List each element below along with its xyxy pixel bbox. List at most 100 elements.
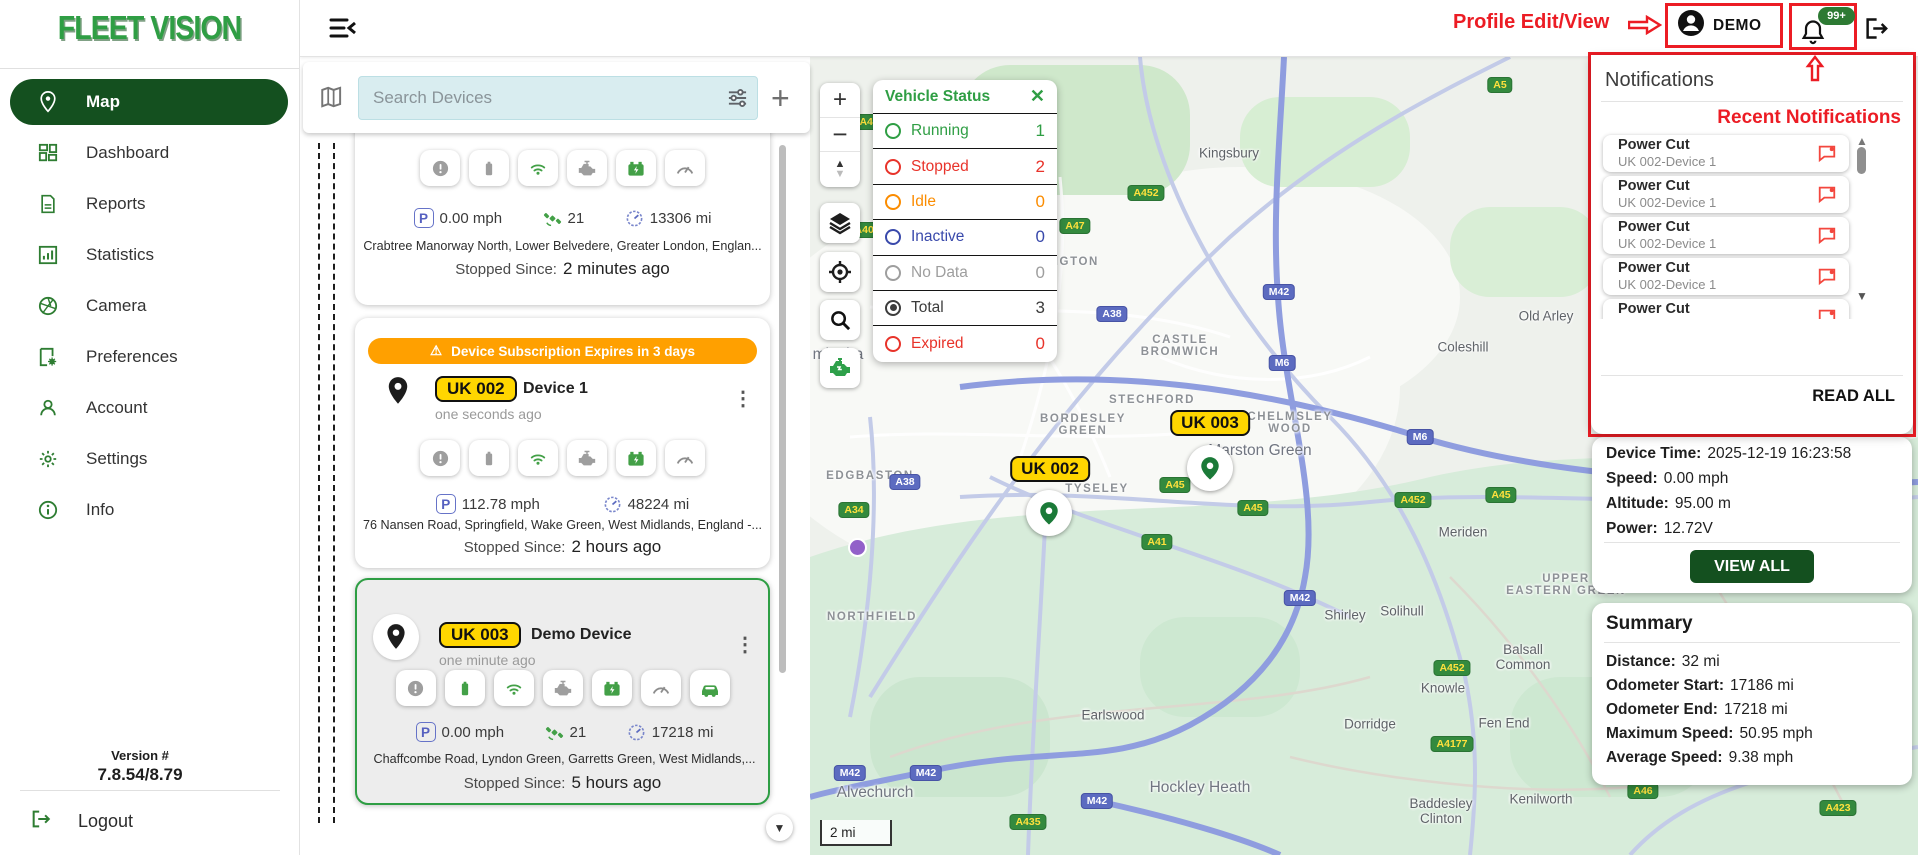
sidebar-item-settings[interactable]: Settings xyxy=(10,436,288,482)
status-row-stopped[interactable]: Stopped 2 xyxy=(873,148,1057,183)
notification-item[interactable]: Power Cut UK 002-Device 1 xyxy=(1603,299,1849,319)
pin-icon xyxy=(387,624,405,649)
map-marker-uk002[interactable] xyxy=(1026,490,1072,536)
tilt-down-icon[interactable]: ▼ xyxy=(835,168,846,179)
version-value: 7.8.54/8.79 xyxy=(97,765,183,784)
road-shield: A45 xyxy=(1485,487,1517,503)
sidebar-item-label: Map xyxy=(86,92,120,111)
info-icon xyxy=(36,498,60,522)
device-list-scrollbar[interactable] xyxy=(779,145,786,673)
expired-status-icon xyxy=(885,335,901,352)
sidebar-item-dashboard[interactable]: Dashboard xyxy=(10,130,288,176)
status-row-idle[interactable]: Idle 0 xyxy=(873,183,1057,219)
divider xyxy=(0,68,299,69)
last-update: one seconds ago xyxy=(435,406,542,422)
engine-icon xyxy=(542,670,583,706)
notification-item[interactable]: Power Cut UK 002-Device 1 xyxy=(1603,217,1849,254)
device-card-uk002[interactable]: ⚠ Device Subscription Expires in 3 days … xyxy=(355,318,770,568)
odometer-stat: 17218 mi xyxy=(627,723,713,742)
logout-icon[interactable] xyxy=(1862,15,1889,47)
document-icon xyxy=(36,192,60,216)
notifications-button[interactable]: 99+ xyxy=(1789,3,1857,50)
filter-tune-icon[interactable] xyxy=(727,88,748,113)
status-label: Inactive xyxy=(911,228,965,246)
stopped-since: Stopped Since: 2 minutes ago xyxy=(455,259,670,278)
map-place-label: Dorridge xyxy=(1344,716,1396,732)
notification-item[interactable]: Power Cut UK 002-Device 1 xyxy=(1603,135,1849,172)
layers-button[interactable] xyxy=(820,203,860,243)
sidebar-item-label: Settings xyxy=(86,449,148,468)
notification-count-badge: 99+ xyxy=(1818,7,1855,25)
zoom-out-button[interactable]: − xyxy=(820,117,860,151)
engine-filter-button[interactable] xyxy=(820,348,860,388)
card-menu-icon[interactable]: ⋮ xyxy=(733,386,753,411)
notification-item[interactable]: Power Cut UK 002-Device 1 xyxy=(1603,176,1849,213)
engine-icon xyxy=(567,150,607,186)
plate-badge: UK 002 xyxy=(435,376,517,402)
device-card-partial[interactable]: P 0.00 mph 21 13306 mi Crabtree Manorway … xyxy=(355,108,770,305)
map-marker-plate-uk003[interactable]: UK 003 xyxy=(1170,410,1250,436)
map-place-label: Alvechurch xyxy=(836,784,914,801)
status-row-total[interactable]: Total 3 xyxy=(873,289,1057,325)
speed-stat: P 0.00 mph xyxy=(415,722,504,742)
notification-device: UK 002-Device 1 xyxy=(1618,277,1717,292)
notifications-panel: Notifications Recent Notifications Power… xyxy=(1591,55,1913,434)
message-alert-icon xyxy=(1817,184,1837,209)
battery-icon xyxy=(469,150,509,186)
status-count: 3 xyxy=(1035,298,1045,318)
status-count: 1 xyxy=(1035,121,1045,141)
sidebar-item-reports[interactable]: Reports xyxy=(10,181,288,227)
sidebar-item-camera[interactable]: Camera xyxy=(10,283,288,329)
notification-item[interactable]: Power Cut UK 002-Device 1 xyxy=(1603,258,1849,295)
notification-title: Power Cut xyxy=(1618,178,1690,194)
device-info-popup: Device Time: 2025-12-19 16:23:58 Speed: 0.… xyxy=(1592,437,1912,593)
preferences-icon xyxy=(36,345,60,369)
map-place-label: NORTHFIELD xyxy=(826,611,918,623)
notifications-title: Notifications xyxy=(1605,69,1714,91)
satellite-icon xyxy=(543,212,561,226)
sidebar-item-account[interactable]: Account xyxy=(10,385,288,431)
alert-icon xyxy=(395,670,436,706)
profile-button[interactable]: DEMO xyxy=(1665,3,1783,48)
vehicle-status-panel: Vehicle Status ✕ Running 1 Stopped 2 Idl… xyxy=(873,80,1057,362)
bar-chart-icon xyxy=(36,243,60,267)
tilt-control[interactable]: ▲ ▼ xyxy=(820,151,860,185)
sidebar-item-statistics[interactable]: Statistics xyxy=(10,232,288,278)
close-icon[interactable]: ✕ xyxy=(1030,86,1045,107)
map-marker-uk003[interactable] xyxy=(1187,445,1233,491)
search-input[interactable] xyxy=(358,76,758,120)
zoom-in-button[interactable]: + xyxy=(820,83,860,117)
locate-button[interactable] xyxy=(820,252,860,292)
status-row-expired[interactable]: Expired 0 xyxy=(873,325,1057,360)
device-search-bar: + xyxy=(303,62,810,133)
status-row-running[interactable]: Running 1 xyxy=(873,113,1057,148)
engine-icon xyxy=(567,440,607,476)
wifi-icon xyxy=(518,150,558,186)
summary-title: Summary xyxy=(1606,613,1693,634)
summary-row: Distance: 32 mi xyxy=(1606,653,1720,670)
sidebar-item-map[interactable]: Map xyxy=(10,79,288,125)
scroll-up-icon[interactable]: ▲ xyxy=(1856,134,1868,148)
map-marker-plate-uk002[interactable]: UK 002 xyxy=(1010,456,1090,482)
scroll-down-button[interactable]: ▼ xyxy=(766,814,793,841)
add-device-button[interactable]: + xyxy=(771,80,790,117)
road-shield: A452 xyxy=(1394,492,1432,508)
sidebar-item-label: Dashboard xyxy=(86,143,170,162)
map-search-button[interactable] xyxy=(820,300,860,340)
summary-row: Odometer End: 17218 mi xyxy=(1606,701,1788,718)
sidebar-item-preferences[interactable]: Preferences xyxy=(10,334,288,380)
status-row-inactive[interactable]: Inactive 0 xyxy=(873,219,1057,254)
tilt-up-icon[interactable]: ▲ xyxy=(835,158,846,169)
card-menu-icon[interactable]: ⋮ xyxy=(735,632,755,657)
logout-button[interactable]: Logout xyxy=(30,808,133,835)
read-all-button[interactable]: READ ALL xyxy=(1812,387,1895,406)
wifi-icon xyxy=(493,670,534,706)
notification-scrollbar[interactable] xyxy=(1857,147,1866,174)
view-all-button[interactable]: VIEW ALL xyxy=(1690,550,1814,583)
device-card-uk003[interactable]: UK 003 Demo Device one minute ago ⋮ P 0.… xyxy=(355,578,770,805)
status-row-nodata[interactable]: No Data 0 xyxy=(873,254,1057,290)
sidebar-item-info[interactable]: Info xyxy=(10,487,288,533)
road-shield: M42 xyxy=(1283,590,1317,606)
scroll-down-icon[interactable]: ▼ xyxy=(1856,289,1868,303)
menu-collapse-icon[interactable] xyxy=(328,16,358,45)
